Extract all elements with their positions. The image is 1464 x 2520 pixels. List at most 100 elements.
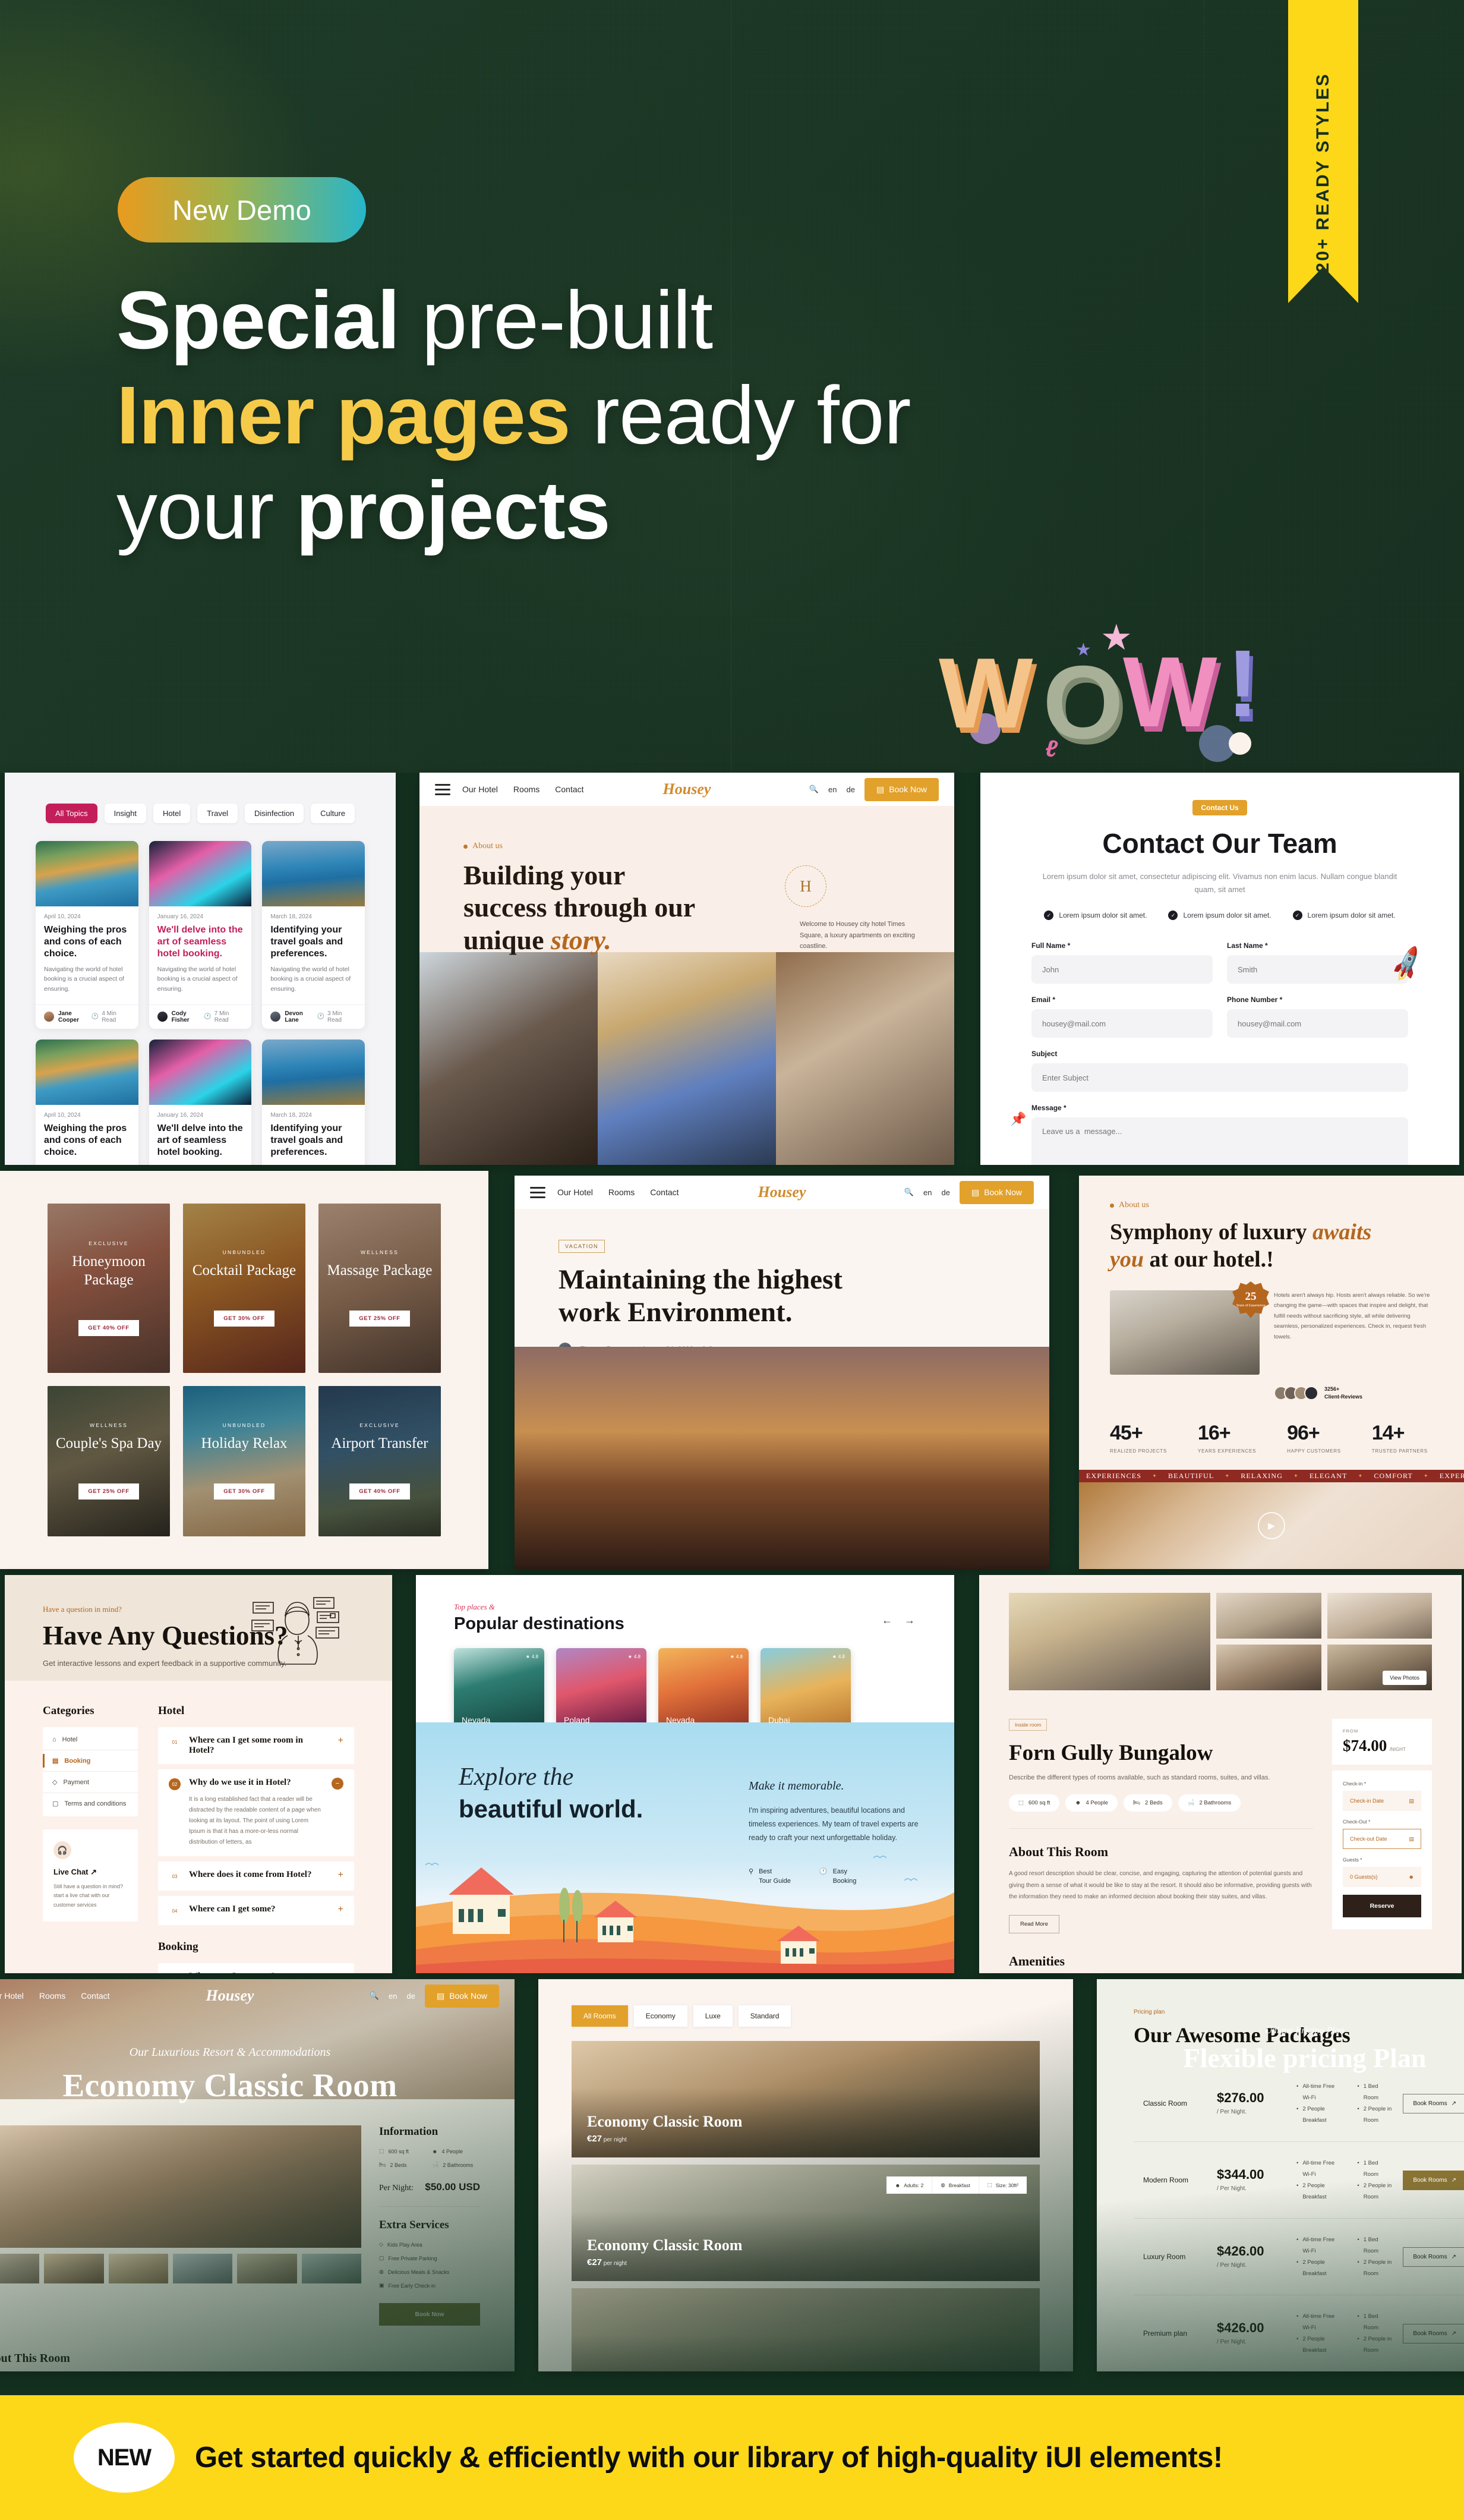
preview-contact-page[interactable]: Contact Us Contact Our Team Lorem ipsum … [980, 773, 1459, 1165]
video-section[interactable]: ▶ [1079, 1482, 1464, 1569]
gallery-thumb[interactable] [1216, 1645, 1321, 1690]
lang-en[interactable]: en [828, 785, 837, 794]
faq-category-payment[interactable]: ◇ Payment [43, 1772, 138, 1793]
package-offer-button[interactable]: GET 30% OFF [214, 1311, 274, 1327]
room-listing-card[interactable] [572, 2288, 1040, 2371]
main-nav[interactable]: Our Hotel Rooms Contact [557, 1187, 679, 1197]
play-icon[interactable]: ▶ [1258, 1511, 1285, 1539]
read-more-button[interactable]: Read More [1009, 1914, 1059, 1933]
room-filter-tabs[interactable]: All Rooms Economy Luxe Standard [572, 2005, 1040, 2027]
destination-card[interactable]: ★ 4.8 Dubai [761, 1648, 851, 1731]
menu-icon[interactable] [435, 783, 450, 795]
preview-rooms-list[interactable]: All Rooms Economy Luxe Standard Economy … [538, 1979, 1073, 2371]
tab-luxe[interactable]: Luxe [693, 2005, 733, 2027]
nav-rooms[interactable]: Rooms [608, 1187, 635, 1197]
preview-hotel-about[interactable]: About us Symphony of luxury awaits you a… [1079, 1176, 1464, 1569]
plus-icon[interactable]: + [338, 1971, 343, 1973]
package-card[interactable]: WELLNESS Couple's Spa Day GET 25% OFF [48, 1385, 170, 1536]
guests-field[interactable]: 0 Guests(s) ☻ [1343, 1867, 1421, 1887]
blog-title[interactable]: We'll delve into the art of seamless hot… [157, 924, 244, 960]
live-chat-card[interactable]: 🎧 Live Chat ↗ Still have a question in m… [43, 1829, 138, 1922]
blog-card[interactable]: January 16, 2024 We'll delve into the ar… [149, 841, 252, 1029]
live-chat-title[interactable]: Live Chat ↗ [53, 1867, 127, 1877]
nav-rooms[interactable]: Rooms [39, 1991, 65, 2001]
booking-widget[interactable]: Check-in * Check-in Date ▤ Check-Out * Ch… [1332, 1771, 1432, 1929]
preview-blog-single[interactable]: Our Hotel Rooms Contact Housey 🔍 en de ▤… [515, 1176, 1049, 1569]
book-rooms-button[interactable]: Book Rooms ↗ [1403, 2323, 1464, 2343]
checkout-date-field[interactable]: Check-out Date ▤ [1343, 1829, 1421, 1849]
faq-question[interactable]: Where can I get some room in Hotel? [189, 1735, 330, 1756]
package-offer-button[interactable]: GET 25% OFF [78, 1483, 139, 1500]
room-thumb[interactable] [301, 2254, 361, 2283]
package-card[interactable]: EXCLUSIVE Airport Transfer GET 40% OFF [318, 1385, 441, 1536]
blog-title[interactable]: Identifying your travel goals and prefer… [270, 924, 356, 960]
faq-item[interactable]: 02 Why do we use it in Hotel? It is a lo… [158, 1769, 354, 1856]
package-card[interactable]: EXCLUSIVE Honeymoon Package GET 40% OFF [48, 1204, 170, 1373]
package-card[interactable]: WELLNESS Massage Package GET 25% OFF [318, 1204, 441, 1373]
site-logo[interactable]: Housey [206, 1987, 254, 2005]
gallery-main-image[interactable] [1009, 1593, 1211, 1690]
email-input[interactable] [1031, 1009, 1213, 1038]
plus-icon[interactable]: + [338, 1870, 343, 1880]
faq-category-terms[interactable]: ▢ Terms and conditions [43, 1793, 138, 1814]
lang-de[interactable]: de [941, 1188, 949, 1197]
faq-category-booking[interactable]: ▤ Booking [43, 1750, 138, 1772]
destination-card[interactable]: ★ 4.8 Nevada [454, 1648, 544, 1731]
nav-our-hotel[interactable]: Our Hotel [557, 1187, 593, 1197]
faq-item[interactable]: 01 Where can I get some? + [158, 1963, 354, 1973]
faq-category-hotel[interactable]: ⌂ Hotel [43, 1730, 138, 1750]
preview-about-page[interactable]: Our Hotel Rooms Contact Housey 🔍 en de ▤… [419, 773, 954, 1165]
nav-contact[interactable]: Contact [555, 785, 583, 794]
tab-all-rooms[interactable]: All Rooms [572, 2005, 628, 2027]
faq-item[interactable]: 03 Where does it come from Hotel? + [158, 1861, 354, 1891]
chip-culture[interactable]: Culture [311, 804, 355, 823]
main-nav[interactable]: Our Hotel Rooms Contact [0, 1991, 110, 2001]
search-icon[interactable]: 🔍 [904, 1187, 914, 1197]
tab-economy[interactable]: Economy [633, 2005, 687, 2027]
plus-icon[interactable]: + [338, 1904, 343, 1915]
package-offer-button[interactable]: GET 30% OFF [214, 1483, 274, 1500]
faq-item[interactable]: 04 Where can I get some? + [158, 1896, 354, 1925]
nav-our-hotel[interactable]: Our Hotel [462, 785, 498, 794]
prev-arrow-icon[interactable]: ← [882, 1614, 892, 1627]
book-rooms-button[interactable]: Book Rooms ↗ [1403, 2093, 1464, 2113]
chip-hotel[interactable]: Hotel [153, 804, 191, 823]
checkin-date-field[interactable]: Check-in Date ▤ [1343, 1791, 1421, 1811]
pricing-row[interactable]: Luxury Room $426.00/ Per Night. • All-ti… [1134, 2219, 1464, 2295]
room-thumbnail-strip[interactable] [0, 2254, 361, 2283]
preview-room-detail[interactable]: View Photos Inside room Forn Gully Bunga… [979, 1575, 1462, 1973]
plus-icon[interactable]: + [338, 1735, 343, 1746]
blog-card[interactable]: April 10, 2024 Weighing the pros and con… [36, 841, 138, 1029]
blog-title[interactable]: We'll delve into the art of seamless hot… [157, 1123, 244, 1158]
search-icon[interactable]: 🔍 [809, 785, 819, 794]
preview-blog-list[interactable]: All Topics Insight Hotel Travel Disinfec… [5, 773, 396, 1165]
package-card[interactable]: UNBUNDLED Holiday Relax GET 30% OFF [183, 1385, 305, 1536]
room-thumb[interactable] [173, 2254, 233, 2283]
search-icon[interactable]: 🔍 [370, 1991, 379, 2001]
view-photos-button[interactable]: View Photos [1383, 1671, 1427, 1685]
subject-input[interactable] [1031, 1063, 1408, 1092]
message-textarea[interactable] [1031, 1117, 1408, 1165]
gallery-thumb[interactable] [1216, 1593, 1321, 1639]
blog-card[interactable]: March 18, 2024 Identifying your travel g… [262, 841, 365, 1029]
room-thumb[interactable] [0, 2254, 40, 2283]
faq-question[interactable]: Where can I get some? [189, 1904, 330, 1914]
book-now-button[interactable]: Book Now [379, 2303, 480, 2326]
room-thumb[interactable] [237, 2254, 297, 2283]
blog-title[interactable]: Weighing the pros and cons of each choic… [44, 924, 130, 960]
faq-item[interactable]: 01 Where can I get some room in Hotel? + [158, 1727, 354, 1764]
package-offer-button[interactable]: GET 25% OFF [349, 1311, 410, 1327]
topic-filter-chips[interactable]: All Topics Insight Hotel Travel Disinfec… [5, 773, 396, 823]
lang-de[interactable]: de [406, 1992, 415, 2001]
site-logo[interactable]: Housey [758, 1183, 806, 1201]
next-arrow-icon[interactable]: → [904, 1614, 915, 1627]
room-thumb[interactable] [108, 2254, 168, 2283]
destination-card[interactable]: ★ 4.8 Poland [556, 1648, 646, 1731]
package-offer-button[interactable]: GET 40% OFF [78, 1320, 139, 1337]
faq-question[interactable]: Why do we use it in Hotel? It is a long … [189, 1778, 323, 1848]
nav-rooms[interactable]: Rooms [513, 785, 539, 794]
room-thumb[interactable] [44, 2254, 104, 2283]
book-rooms-button[interactable]: Book Rooms ↗ [1403, 2247, 1464, 2267]
site-logo[interactable]: Housey [663, 780, 711, 798]
faq-question[interactable]: Where can I get some? [189, 1971, 330, 1973]
